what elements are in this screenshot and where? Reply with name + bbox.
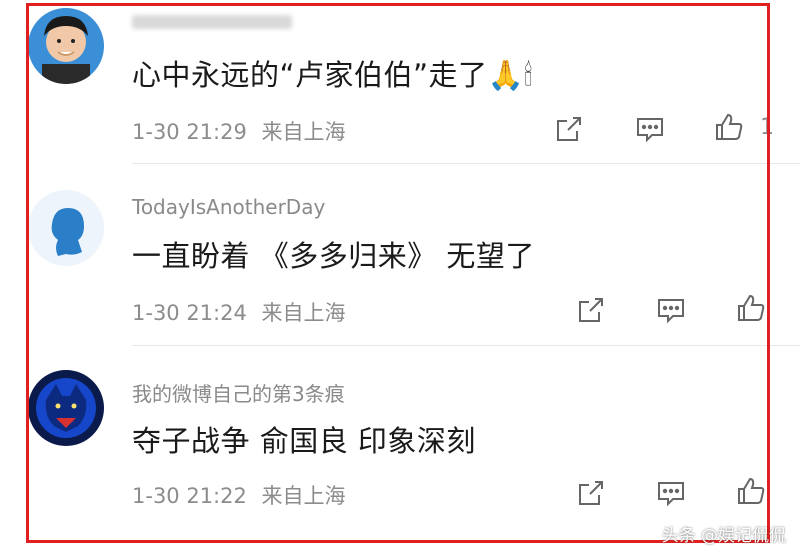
- avatar[interactable]: [28, 190, 104, 266]
- comment-text: 心中永远的“卢家伯伯”走了🙏🕯: [132, 58, 533, 92]
- like-icon: [738, 294, 765, 321]
- comment-date: 1-30 21:24: [132, 301, 247, 325]
- comment-location: 来自上海: [261, 484, 346, 508]
- comment-item: TodayIsAnotherDay 一直盼着 《多多归来》 无望了 1-30 2…: [0, 165, 800, 346]
- username-redacted: [132, 14, 292, 29]
- avatar[interactable]: [28, 370, 104, 446]
- like-icon: [716, 113, 743, 140]
- reply-button[interactable]: [654, 293, 688, 327]
- share-icon: [579, 481, 603, 505]
- comment-location: 来自上海: [261, 120, 346, 144]
- share-button[interactable]: [552, 112, 586, 146]
- like-button[interactable]: [734, 291, 768, 325]
- comment-location: 来自上海: [261, 301, 346, 325]
- share-button[interactable]: [574, 476, 608, 510]
- comment-icon: [637, 118, 663, 143]
- reply-button[interactable]: [633, 112, 667, 146]
- watermark: 头条 @娱记侃侃: [661, 526, 786, 546]
- comment-icon: [658, 299, 684, 324]
- comment-meta: 1-30 21:24 来自上海: [132, 297, 346, 327]
- like-icon: [738, 477, 765, 504]
- reply-button[interactable]: [654, 476, 688, 510]
- comment-date: 1-30 21:22: [132, 484, 247, 508]
- avatar[interactable]: [28, 8, 104, 84]
- username[interactable]: 我的微博自己的第3条痕: [132, 378, 345, 407]
- share-icon: [557, 117, 581, 141]
- comment-item: 我的微博自己的第3条痕 夺子战争 俞国良 印象深刻 1-30 21:22 来自上…: [0, 346, 800, 536]
- like-button[interactable]: [734, 474, 768, 508]
- like-count: 1: [760, 115, 774, 140]
- username[interactable]: [132, 8, 292, 32]
- share-button[interactable]: [574, 293, 608, 327]
- comment-text: 夺子战争 俞国良 印象深刻: [132, 424, 476, 458]
- divider: [132, 163, 800, 164]
- comment-text: 一直盼着 《多多归来》 无望了: [132, 239, 535, 273]
- comment-item: 心中永远的“卢家伯伯”走了🙏🕯 1-30 21:29 来自上海 1: [0, 0, 800, 165]
- comment-meta: 1-30 21:22 来自上海: [132, 480, 346, 510]
- comment-meta: 1-30 21:29 来自上海: [132, 116, 346, 146]
- share-icon: [579, 298, 603, 322]
- like-button[interactable]: [712, 110, 746, 144]
- comment-date: 1-30 21:29: [132, 120, 247, 144]
- comment-icon: [658, 482, 684, 507]
- username[interactable]: TodayIsAnotherDay: [132, 195, 325, 219]
